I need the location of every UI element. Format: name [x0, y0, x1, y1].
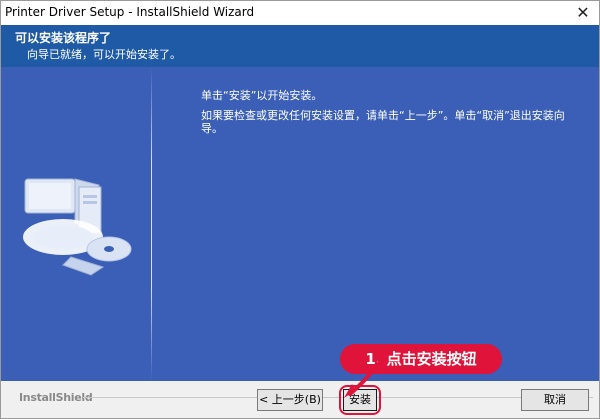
header-title: 可以安装该程序了	[15, 31, 112, 45]
instruction-line-1: 单击“安装”以开始安装。	[201, 89, 323, 102]
brand-logo: InstallShield	[19, 391, 93, 404]
footer-separator	[83, 397, 593, 398]
header-subtitle: 向导已就绪，可以开始安装了。	[27, 48, 181, 61]
divider-line	[151, 67, 152, 381]
window-title: Printer Driver Setup - InstallShield Wiz…	[5, 5, 255, 19]
wizard-footer: InstallShield < 上一步(B) 安装 取消	[1, 381, 599, 418]
wizard-header: 可以安装该程序了 向导已就绪，可以开始安装了。	[1, 25, 599, 67]
instruction-line-2: 如果要检查或更改任何安装设置，请单击“上一步”。单击“取消”退出安装向导。	[201, 109, 565, 135]
close-icon[interactable]: ✕	[573, 3, 593, 23]
highlight-circle	[339, 385, 381, 415]
cancel-button[interactable]: 取消	[521, 389, 589, 411]
back-button[interactable]: < 上一步(B)	[257, 389, 323, 411]
title-bar: Printer Driver Setup - InstallShield Wiz…	[1, 1, 599, 25]
wizard-content: 单击“安装”以开始安装。 如果要检查或更改任何安装设置，请单击“上一步”。单击“…	[1, 67, 599, 381]
computer-cd-icon	[23, 178, 132, 276]
installer-window: Printer Driver Setup - InstallShield Wiz…	[0, 0, 600, 419]
